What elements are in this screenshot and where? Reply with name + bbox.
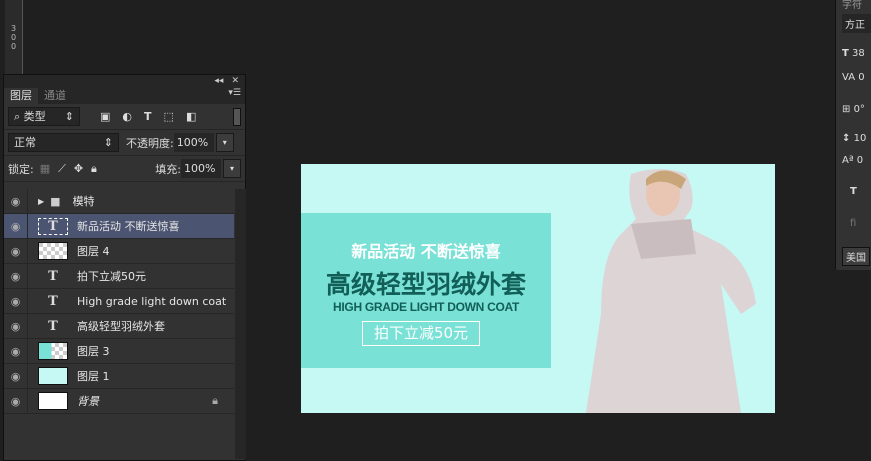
folder-icon: ■ (50, 194, 61, 208)
vertical-ruler: 300 (5, 0, 23, 74)
eye-icon[interactable]: ◉ (4, 213, 28, 239)
lock-brush-icon[interactable]: ⟋ (58, 162, 66, 176)
tab-layers[interactable]: 图层 (4, 88, 38, 104)
adjustment-filter-icon[interactable]: ◐ (122, 110, 132, 123)
layer-thumbnail (38, 342, 68, 360)
leading-field[interactable]: ↕ 10 (842, 133, 866, 144)
layer-row[interactable]: ◉ 图层 3 (4, 338, 234, 364)
title-text: 高级轻型羽绒外套 (325, 270, 526, 299)
opacity-input[interactable]: 100% (173, 133, 214, 152)
layer-list: ◉ ▶ ■ 模特 ◉ T 新品活动 不断送惊喜 ◉ 图层 4 ◉ T 拍下立减50元 ◉ T Hig… (4, 188, 234, 414)
lock-icon: 🔒︎ (212, 394, 218, 407)
scale-field[interactable]: ⊞ 0° (842, 104, 865, 115)
type-filter-icon[interactable]: T (144, 110, 152, 123)
layer-row[interactable]: ◉ 背景 🔒︎ (4, 388, 234, 414)
layer-row[interactable]: ◉ T 新品活动 不断送惊喜 (4, 213, 234, 239)
text-layer-icon: T (48, 318, 58, 334)
font-family-select[interactable]: 方正 (842, 14, 871, 33)
collapse-icon[interactable]: ◂◂ (214, 75, 223, 87)
layer-thumbnail (38, 367, 68, 385)
layer-thumbnail (38, 392, 68, 410)
text-layer-icon: T (48, 268, 58, 284)
character-panel: 字符 方正 T 38 VA 0 ⊞ 0° ↕ 10 Aª 0 T fi 美国 (835, 0, 871, 270)
layer-row[interactable]: ◉ T 拍下立减50元 (4, 263, 234, 289)
baseline-field[interactable]: Aª 0 (842, 155, 863, 166)
promo-text: 拍下立减50元 (362, 321, 480, 346)
char-panel-title: 字符 (842, 0, 862, 11)
faux-bold-icon[interactable]: T (850, 186, 857, 197)
panel-menu-icon[interactable]: ▾☰ (228, 88, 241, 98)
eye-icon[interactable]: ◉ (4, 238, 28, 264)
fill-label: 填充: (155, 162, 181, 176)
layers-scrollbar[interactable] (235, 189, 246, 459)
document-canvas[interactable]: 新品活动 不断送惊喜 高级轻型羽绒外套 HIGH GRADE LIGHT DOW… (301, 164, 775, 413)
filter-toggle[interactable] (233, 107, 241, 126)
eye-icon[interactable]: ◉ (4, 288, 28, 314)
eye-icon[interactable]: ◉ (4, 263, 28, 289)
text-layer-icon: T (48, 293, 58, 309)
layer-row[interactable]: ◉ T High grade light down coat (4, 288, 234, 314)
eye-icon[interactable]: ◉ (4, 338, 28, 364)
eye-icon[interactable]: ◉ (4, 188, 28, 214)
layer-thumbnail (38, 242, 68, 260)
layer-row[interactable]: ◉ 图层 4 (4, 238, 234, 264)
fill-input[interactable]: 100% (181, 159, 221, 178)
filter-label: 类型 (23, 110, 46, 123)
headline-text: 新品活动 不断送惊喜 (351, 242, 501, 261)
subtitle-text: HIGH GRADE LIGHT DOWN COAT (333, 300, 519, 314)
eye-icon[interactable]: ◉ (4, 363, 28, 389)
lock-all-icon[interactable]: 🔒︎ (91, 162, 97, 176)
lock-transparent-icon[interactable]: ▦ (40, 162, 50, 175)
layer-row[interactable]: ◉ 图层 1 (4, 363, 234, 389)
language-select[interactable]: 美国 (842, 247, 870, 266)
image-filter-icon[interactable]: ▣ (100, 110, 110, 123)
shape-filter-icon[interactable]: ⬚ (164, 110, 174, 123)
filter-select[interactable]: ⌕ 类型 ⇕ (8, 107, 80, 126)
text-layer-icon: T (38, 217, 68, 235)
close-icon[interactable]: ✕ (231, 75, 239, 87)
lock-move-icon[interactable]: ✥ (74, 162, 83, 175)
tab-channels[interactable]: 通道 (38, 88, 72, 104)
ruler-label: 300 (10, 24, 17, 51)
smart-object-filter-icon[interactable]: ◧ (186, 110, 196, 123)
font-size-field[interactable]: T 38 (842, 48, 865, 59)
opacity-label: 不透明度: (126, 136, 174, 150)
fill-dropdown[interactable]: ▾ (223, 159, 241, 178)
opacity-dropdown[interactable]: ▾ (215, 133, 234, 152)
expand-icon[interactable]: ▶ (38, 197, 44, 206)
eye-icon[interactable]: ◉ (4, 388, 28, 414)
blend-mode-select[interactable]: 正常 ⇕ (8, 133, 119, 152)
tracking-field[interactable]: VA 0 (842, 72, 865, 83)
lock-label: 锁定: (8, 162, 34, 176)
layers-panel: ◂◂ ✕ 图层 通道 ▾☰ ⌕ 类型 ⇕ ▣ ◐ T ⬚ ◧ 正常 ⇕ 不透明度: 1… (3, 74, 246, 461)
layer-row[interactable]: ◉ T 高级轻型羽绒外套 (4, 313, 234, 339)
layer-row[interactable]: ◉ ▶ ■ 模特 (4, 188, 234, 214)
ligature-icon[interactable]: fi (850, 218, 856, 229)
eye-icon[interactable]: ◉ (4, 313, 28, 339)
